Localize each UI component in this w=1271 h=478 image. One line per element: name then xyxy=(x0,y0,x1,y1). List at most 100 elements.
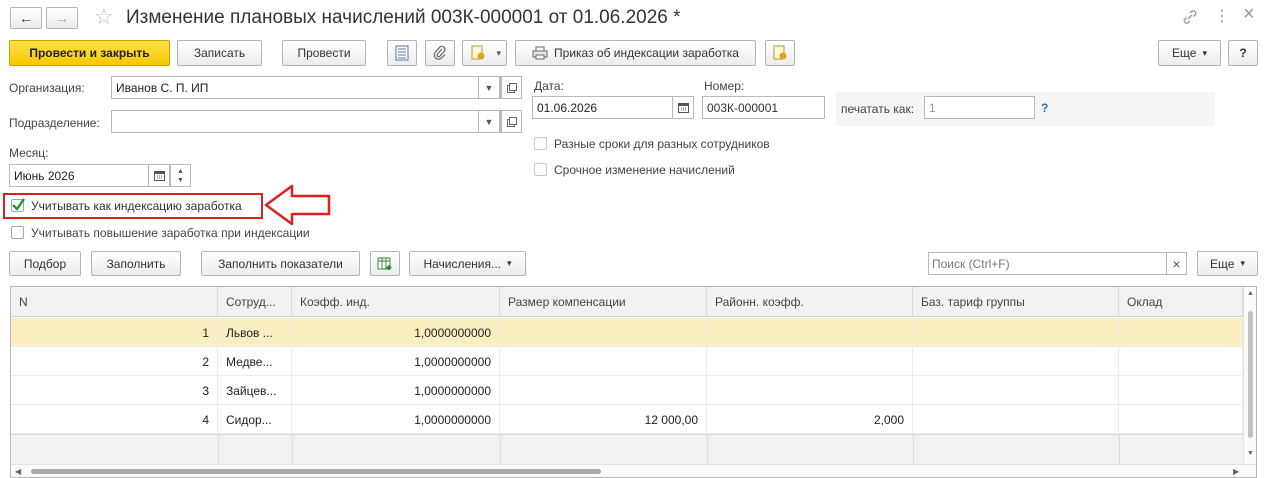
paperclip-icon xyxy=(433,45,446,60)
org-field[interactable]: Иванов С. П. ИП xyxy=(111,76,501,99)
column-header-compensation[interactable]: Размер компенсации xyxy=(500,287,707,317)
column-header-coef[interactable]: Коэфф. инд. xyxy=(292,287,500,317)
column-header-base-tariff[interactable]: Баз. тариф группы xyxy=(913,287,1119,317)
dropdown-arrow-icon: ▾ xyxy=(1240,258,1245,268)
month-field[interactable]: Июнь 2026 xyxy=(9,164,151,187)
index-checkbox[interactable] xyxy=(11,198,25,212)
post-and-close-button[interactable]: Провести и закрыть xyxy=(9,40,170,66)
cell-n: 3 xyxy=(11,376,218,405)
org-label: Организация: xyxy=(9,81,85,95)
cell-base-tariff xyxy=(913,347,1119,376)
report-button[interactable] xyxy=(765,40,795,66)
search-input[interactable] xyxy=(928,252,1168,275)
accruals-button[interactable]: Начисления... ▾ xyxy=(409,251,526,276)
column-header-salary[interactable]: Оклад xyxy=(1119,287,1243,317)
dropdown-arrow-icon: ▾ xyxy=(507,258,512,268)
print-as-field[interactable]: 1 xyxy=(924,96,1035,119)
add-column-button[interactable] xyxy=(370,251,400,276)
date-calendar-button[interactable] xyxy=(672,96,694,119)
scroll-left-icon[interactable]: ◀ xyxy=(15,467,21,476)
org-dropdown-button[interactable]: ▼ xyxy=(478,76,500,99)
cell-coef: 1,0000000000 xyxy=(292,347,500,376)
cell-n: 2 xyxy=(11,347,218,376)
chevron-down-icon: ▼ xyxy=(484,82,494,93)
column-header-region-coef[interactable]: Районн. коэфф. xyxy=(707,287,913,317)
column-header-employee[interactable]: Сотруд... xyxy=(218,287,292,317)
vertical-scroll-thumb[interactable] xyxy=(1248,311,1253,438)
table-row[interactable]: 4 Сидор... 1,0000000000 12 000,00 2,000 xyxy=(11,405,1243,434)
document-create-icon xyxy=(471,45,485,60)
printer-icon xyxy=(532,46,548,60)
nav-back-button[interactable]: ← xyxy=(10,7,42,29)
dept-dropdown-button[interactable]: ▼ xyxy=(478,110,500,133)
diff-dates-checkbox[interactable] xyxy=(534,137,547,150)
fill-indicators-button[interactable]: Заполнить показатели xyxy=(201,251,360,276)
column-header-n[interactable]: N xyxy=(11,287,218,317)
cell-compensation xyxy=(500,376,707,405)
date-label: Дата: xyxy=(534,79,564,93)
dropdown-arrow-icon: ▾ xyxy=(496,47,501,58)
horizontal-scrollbar[interactable]: ◀ ▶ xyxy=(11,464,1256,477)
cell-salary xyxy=(1119,347,1243,376)
post-button[interactable]: Провести xyxy=(282,40,366,66)
number-field[interactable]: 003К-000001 xyxy=(702,96,825,119)
pick-button[interactable]: Подбор xyxy=(9,251,81,276)
help-button[interactable]: ? xyxy=(1228,40,1258,66)
urgent-label: Срочное изменение начислений xyxy=(554,163,735,177)
close-icon[interactable]: × xyxy=(1243,3,1255,26)
cell-employee: Медве... xyxy=(218,347,292,376)
cell-region-coef xyxy=(707,318,913,347)
nav-forward-button[interactable]: → xyxy=(46,7,78,29)
cell-employee: Сидор... xyxy=(218,405,292,434)
checkmark-icon xyxy=(12,198,25,211)
stepper-up-icon[interactable]: ▲ xyxy=(177,167,184,176)
scroll-right-icon[interactable]: ▶ xyxy=(1233,467,1239,476)
org-open-button[interactable] xyxy=(501,76,522,99)
raise-checkbox[interactable] xyxy=(11,226,24,239)
scroll-up-icon[interactable]: ▲ xyxy=(1247,290,1254,297)
table-footer xyxy=(11,434,1243,465)
link-icon[interactable] xyxy=(1181,8,1199,26)
vertical-scrollbar[interactable]: ▲ ▼ xyxy=(1243,287,1256,464)
table-row[interactable]: 2 Медве... 1,0000000000 xyxy=(11,347,1243,376)
arrow-pointer-icon xyxy=(264,184,331,226)
save-button[interactable]: Записать xyxy=(177,40,262,66)
cell-employee: Зайцев... xyxy=(218,376,292,405)
cell-n: 1 xyxy=(11,318,218,347)
cell-region-coef xyxy=(707,347,913,376)
footer-divider xyxy=(500,435,501,465)
table-row[interactable]: 3 Зайцев... 1,0000000000 xyxy=(11,376,1243,405)
cell-coef: 1,0000000000 xyxy=(292,405,500,434)
menu-icon[interactable]: ⋮ xyxy=(1214,6,1230,26)
cell-compensation xyxy=(500,347,707,376)
document-journal-button[interactable] xyxy=(387,40,417,66)
search-clear-button[interactable]: × xyxy=(1166,252,1187,275)
print-as-help-link[interactable]: ? xyxy=(1041,101,1048,115)
urgent-checkbox[interactable] xyxy=(534,163,547,176)
favorite-star-icon[interactable]: ☆ xyxy=(94,4,114,30)
open-window-icon xyxy=(506,82,517,93)
cell-salary xyxy=(1119,318,1243,347)
dept-open-button[interactable] xyxy=(501,110,522,133)
month-calendar-button[interactable] xyxy=(148,164,170,187)
raise-checkbox-label: Учитывать повышение заработка при индекс… xyxy=(31,226,310,240)
table-row[interactable]: 1 Львов ... 1,0000000000 xyxy=(11,318,1243,347)
date-field[interactable]: 01.06.2026 xyxy=(532,96,685,119)
order-index-button[interactable]: Приказ об индексации заработка xyxy=(515,40,756,66)
dept-field[interactable] xyxy=(111,110,501,133)
scroll-down-icon[interactable]: ▼ xyxy=(1247,450,1254,457)
horizontal-scroll-thumb[interactable] xyxy=(31,469,601,474)
stepper-down-icon[interactable]: ▼ xyxy=(177,176,184,185)
more-button[interactable]: Еще ▾ xyxy=(1158,40,1221,66)
diff-dates-label: Разные сроки для разных сотрудников xyxy=(554,137,770,151)
index-checkbox-label: Учитывать как индексацию заработка xyxy=(31,199,242,213)
table-more-button[interactable]: Еще ▾ xyxy=(1197,251,1258,276)
month-stepper[interactable]: ▲ ▼ xyxy=(170,164,191,187)
create-based-on-button[interactable]: ▾ xyxy=(462,40,507,66)
cell-coef: 1,0000000000 xyxy=(292,318,500,347)
fill-button[interactable]: Заполнить xyxy=(91,251,181,276)
accruals-table[interactable]: N Сотруд... Коэфф. инд. Размер компенсац… xyxy=(10,286,1257,478)
attach-file-button[interactable] xyxy=(425,40,455,66)
cell-compensation: 12 000,00 xyxy=(500,405,707,434)
cell-n: 4 xyxy=(11,405,218,434)
